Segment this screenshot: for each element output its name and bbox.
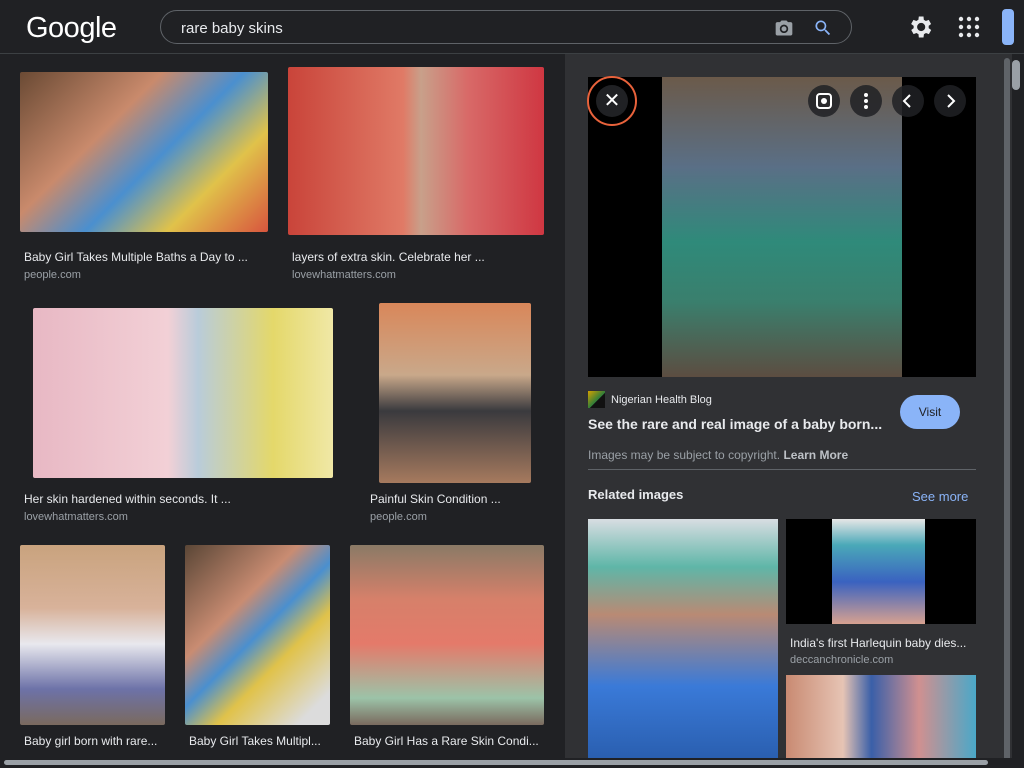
image-results-grid: Baby Girl Takes Multiple Baths a Day to …: [0, 54, 565, 758]
divider: [588, 469, 976, 470]
preview-image[interactable]: [662, 77, 902, 377]
search-box[interactable]: rare baby skins: [160, 10, 852, 44]
apps-grid-icon[interactable]: [958, 16, 980, 38]
result-card[interactable]: Baby Girl Takes Multiple Baths a Day to …: [20, 72, 268, 287]
site-name[interactable]: Nigerian Health Blog: [611, 394, 712, 406]
image-preview-panel: ✕ Nigerian Health Blog See the rare and …: [565, 54, 1004, 758]
result-title[interactable]: Baby girl born with rare...: [24, 734, 165, 748]
related-title[interactable]: India's first Harlequin baby dies...: [790, 636, 966, 650]
result-thumbnail[interactable]: [288, 67, 544, 235]
result-card[interactable]: Her skin hardened within seconds. It ...…: [20, 308, 333, 528]
result-title[interactable]: Painful Skin Condition ...: [370, 492, 530, 506]
result-title[interactable]: Baby Girl Takes Multipl...: [189, 734, 330, 748]
page-scrollbar-thumb[interactable]: [1012, 60, 1020, 90]
copyright-notice: Images may be subject to copyright. Lear…: [588, 448, 848, 462]
search-icon[interactable]: [813, 18, 833, 38]
google-logo[interactable]: Google: [26, 12, 117, 45]
result-thumbnail[interactable]: [33, 308, 333, 478]
camera-icon[interactable]: [773, 18, 795, 38]
preview-image-area[interactable]: [588, 77, 976, 377]
more-vert-icon[interactable]: [850, 85, 882, 117]
preview-title[interactable]: See the rare and real image of a baby bo…: [588, 416, 882, 432]
related-image[interactable]: [588, 519, 778, 758]
result-title[interactable]: layers of extra skin. Celebrate her ...: [292, 250, 544, 264]
panel-scrollbar[interactable]: [1004, 54, 1012, 762]
gear-icon[interactable]: [906, 13, 934, 41]
related-image[interactable]: [786, 519, 976, 624]
search-input[interactable]: rare baby skins: [181, 20, 283, 37]
related-image[interactable]: [786, 675, 976, 758]
result-card[interactable]: Baby girl born with rare...: [20, 545, 165, 758]
result-title[interactable]: Baby Girl Takes Multiple Baths a Day to …: [24, 250, 268, 264]
lens-icon[interactable]: [808, 85, 840, 117]
related-source: deccanchronicle.com: [790, 654, 894, 666]
result-source: lovewhatmatters.com: [24, 511, 128, 523]
result-source: lovewhatmatters.com: [292, 269, 396, 281]
horizontal-scrollbar[interactable]: [0, 758, 1016, 768]
result-source: people.com: [24, 269, 81, 281]
site-favicon: [588, 391, 605, 408]
result-source: people.com: [370, 511, 427, 523]
copyright-text: Images may be subject to copyright.: [588, 448, 781, 462]
see-more-link[interactable]: See more: [912, 489, 968, 504]
result-card[interactable]: layers of extra skin. Celebrate her ... …: [288, 67, 544, 287]
result-thumbnail[interactable]: [20, 72, 268, 232]
result-thumbnail[interactable]: [350, 545, 544, 725]
result-thumbnail[interactable]: [185, 545, 330, 725]
chevron-left-icon[interactable]: [892, 85, 924, 117]
related-images-heading: Related images: [588, 487, 684, 502]
visit-button[interactable]: Visit: [900, 395, 960, 429]
account-avatar[interactable]: [1002, 9, 1014, 45]
close-button[interactable]: ✕: [587, 76, 637, 126]
close-icon[interactable]: ✕: [596, 85, 628, 117]
result-thumbnail[interactable]: [379, 303, 531, 483]
result-card[interactable]: Baby Girl Has a Rare Skin Condi...: [350, 545, 544, 758]
result-card[interactable]: Baby Girl Takes Multipl...: [185, 545, 330, 758]
result-card[interactable]: Painful Skin Condition ... people.com: [366, 303, 531, 528]
chevron-right-icon[interactable]: [934, 85, 966, 117]
top-bar: Google rare baby skins: [0, 0, 1024, 54]
result-title[interactable]: Baby Girl Has a Rare Skin Condi...: [354, 734, 544, 748]
result-thumbnail[interactable]: [20, 545, 165, 725]
result-title[interactable]: Her skin hardened within seconds. It ...: [24, 492, 324, 506]
learn-more-link[interactable]: Learn More: [783, 448, 848, 462]
